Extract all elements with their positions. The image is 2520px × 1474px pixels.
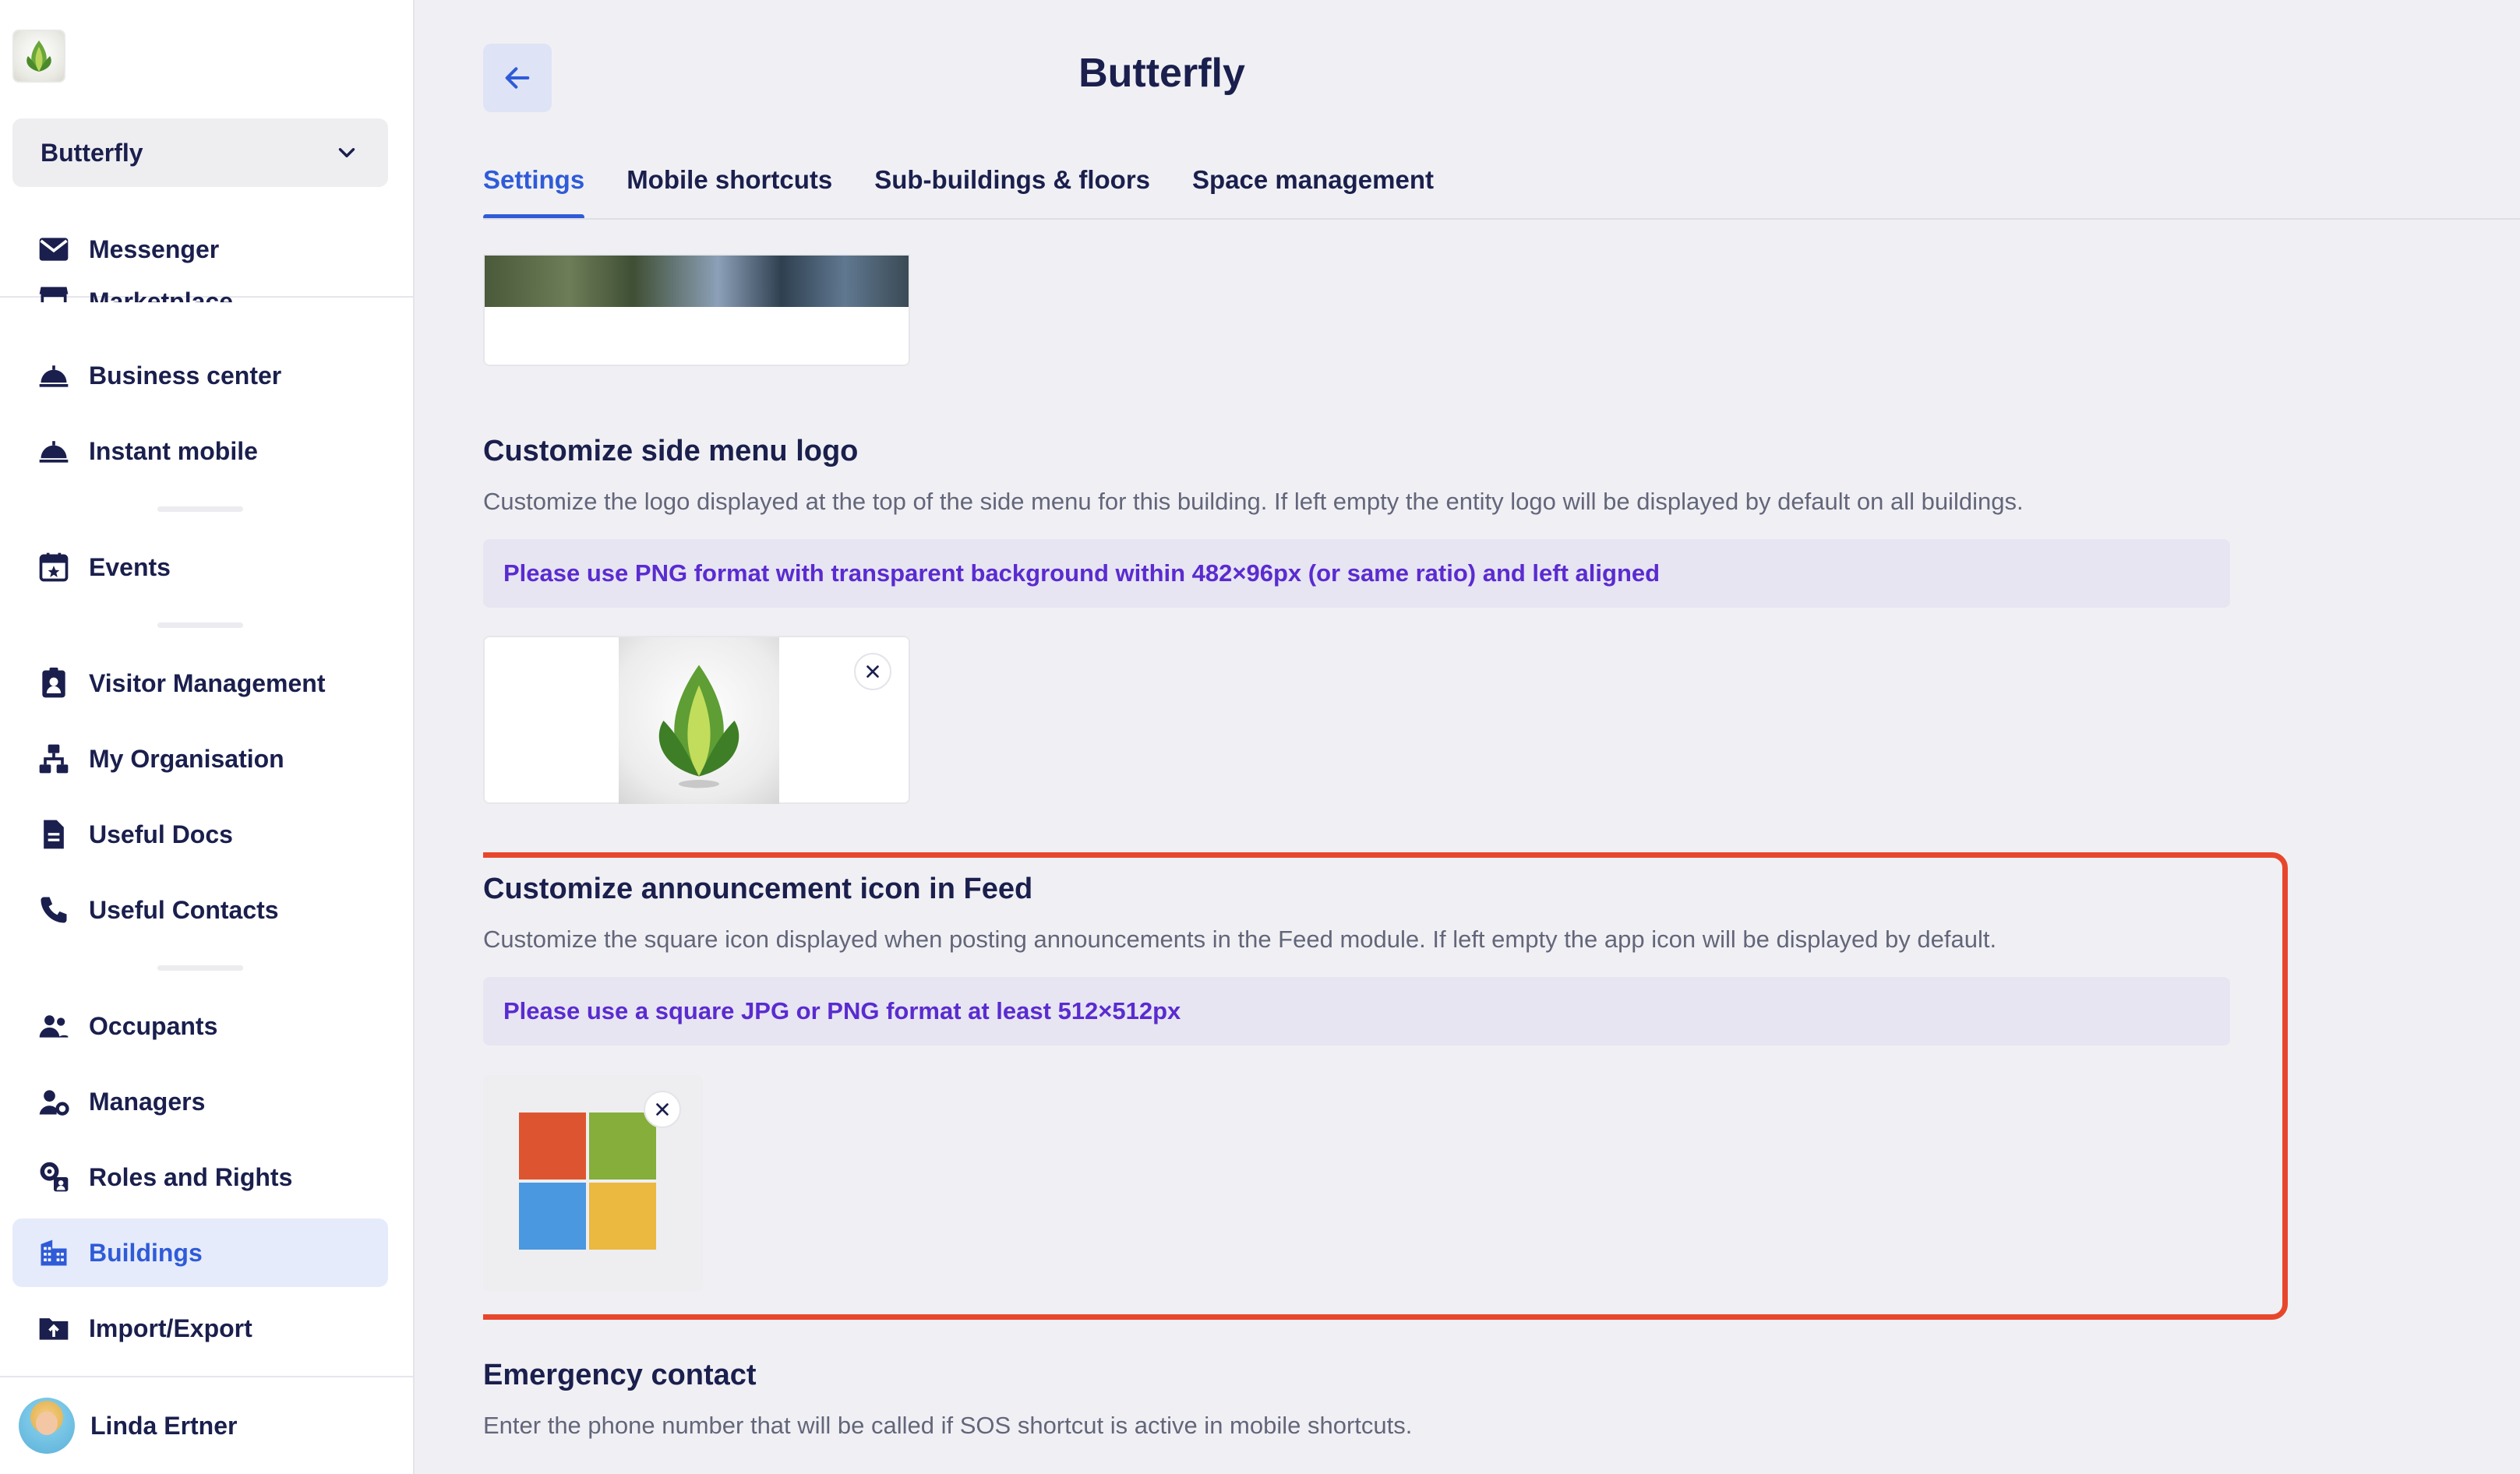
nav-list[interactable]: Marketplace Business center Instant mobi…: [12, 265, 388, 1371]
sidebar-item-roles-and-rights[interactable]: Roles and Rights: [12, 1143, 388, 1211]
cloche-icon: [36, 433, 72, 469]
sidebar-item-occupants[interactable]: Occupants: [12, 992, 388, 1060]
section-desc-side-menu-logo: Customize the logo displayed at the top …: [483, 488, 2024, 515]
sidebar-item-label: Visitor Management: [89, 668, 326, 697]
sidebar-item-marketplace[interactable]: Marketplace: [12, 260, 388, 302]
nav-divider: [157, 965, 243, 971]
section-title-announcement-icon: Customize announcement icon in Feed: [483, 873, 1033, 905]
user-name: Linda Ertner: [90, 1411, 238, 1440]
roles-icon: [36, 1159, 72, 1195]
tile-red: [519, 1113, 586, 1180]
sidebar-item-instant-mobile[interactable]: Instant mobile: [12, 417, 388, 485]
sidebar-item-label: Occupants: [89, 1011, 218, 1040]
side-menu-logo-preview: [619, 637, 779, 804]
sidebar-item-label: Buildings: [89, 1238, 203, 1267]
tab-bar: Settings Mobile shortcuts Sub-buildings …: [483, 156, 1434, 220]
tab-settings[interactable]: Settings: [483, 156, 585, 220]
tile-blue: [519, 1183, 586, 1250]
settings-content[interactable]: Customize side menu logo Customize the l…: [483, 220, 2509, 1474]
sidebar-item-label: My Organisation: [89, 744, 284, 773]
calendar-star-icon: [36, 549, 72, 585]
store-icon: [36, 280, 72, 302]
sidebar-item-my-organisation[interactable]: My Organisation: [12, 725, 388, 793]
cloche-icon: [36, 358, 72, 393]
page-title: Butterfly: [1078, 51, 1245, 96]
sidebar-item-label: Useful Contacts: [89, 895, 279, 924]
leaf-logo-icon: [658, 665, 739, 788]
sidebar-item-label: Roles and Rights: [89, 1162, 293, 1191]
nav-divider: [157, 622, 243, 628]
hint-text: Please use PNG format with transparent b…: [503, 559, 1661, 587]
hint-text: Please use a square JPG or PNG format at…: [503, 997, 1181, 1024]
building-icon: [36, 1235, 72, 1271]
tile-green: [589, 1113, 656, 1180]
cover-image: [485, 256, 909, 307]
sidebar-item-useful-docs[interactable]: Useful Docs: [12, 800, 388, 869]
people-icon: [36, 1008, 72, 1044]
sidebar-item-business-center[interactable]: Business center: [12, 341, 388, 410]
sidebar-item-label: Business center: [89, 361, 282, 390]
org-chart-icon: [36, 741, 72, 777]
sidebar-item-label: Messenger: [89, 235, 220, 263]
tile-yellow: [589, 1183, 656, 1250]
tab-space-management[interactable]: Space management: [1192, 156, 1434, 220]
highlight-frame: [483, 852, 2288, 1320]
tab-sub-buildings-floors[interactable]: Sub-buildings & floors: [874, 156, 1150, 220]
user-gear-icon: [36, 1084, 72, 1120]
section-desc-announcement-icon: Customize the square icon displayed when…: [483, 926, 1997, 953]
close-icon: [656, 1103, 669, 1116]
sidebar-item-label: Marketplace: [89, 287, 233, 302]
sidebar-item-import-export[interactable]: Import/Export: [12, 1294, 388, 1363]
hint-side-menu-logo: Please use PNG format with transparent b…: [483, 539, 2230, 608]
sidebar-item-label: Managers: [89, 1087, 206, 1116]
remove-logo-button[interactable]: [854, 653, 891, 690]
sidebar-item-events[interactable]: Events: [12, 533, 388, 601]
sidebar-item-managers[interactable]: Managers: [12, 1067, 388, 1136]
tab-mobile-shortcuts[interactable]: Mobile shortcuts: [626, 156, 832, 220]
nav-divider: [157, 506, 243, 512]
sidebar-item-label: Events: [89, 552, 171, 581]
announcement-icon-preview: [519, 1113, 659, 1253]
building-selector-label: Butterfly: [41, 138, 143, 167]
sidebar-item-useful-contacts[interactable]: Useful Contacts: [12, 876, 388, 944]
cover-image-card[interactable]: [483, 254, 910, 366]
folder-upload-icon: [36, 1310, 72, 1346]
side-menu-logo-card[interactable]: [483, 636, 910, 804]
avatar: [19, 1398, 75, 1454]
announcement-icon-card[interactable]: [483, 1075, 703, 1292]
sidebar-item-visitor-management[interactable]: Visitor Management: [12, 649, 388, 718]
sidebar-item-buildings[interactable]: Buildings: [12, 1218, 388, 1287]
phone-icon: [36, 892, 72, 928]
close-icon: [866, 665, 879, 678]
document-icon: [36, 816, 72, 852]
sidebar-item-label: Useful Docs: [89, 820, 233, 848]
chevron-down-icon: [338, 148, 355, 157]
sidebar-item-label: Instant mobile: [89, 436, 258, 465]
sidebar: Butterfly Messenger Marketplace Business…: [0, 0, 415, 1474]
building-selector[interactable]: Butterfly: [12, 118, 388, 187]
sidebar-item-label: Import/Export: [89, 1314, 252, 1342]
badge-icon: [36, 665, 72, 701]
remove-icon-button[interactable]: [644, 1091, 681, 1128]
main-content: Butterfly Settings Mobile shortcuts Sub-…: [416, 0, 2520, 1474]
hint-announcement-icon: Please use a square JPG or PNG format at…: [483, 977, 2230, 1046]
user-profile[interactable]: Linda Ertner: [0, 1376, 413, 1474]
section-title-side-menu-logo: Customize side menu logo: [483, 435, 859, 467]
section-desc-emergency-contact: Enter the phone number that will be call…: [483, 1412, 1413, 1439]
section-title-emergency-contact: Emergency contact: [483, 1359, 757, 1391]
